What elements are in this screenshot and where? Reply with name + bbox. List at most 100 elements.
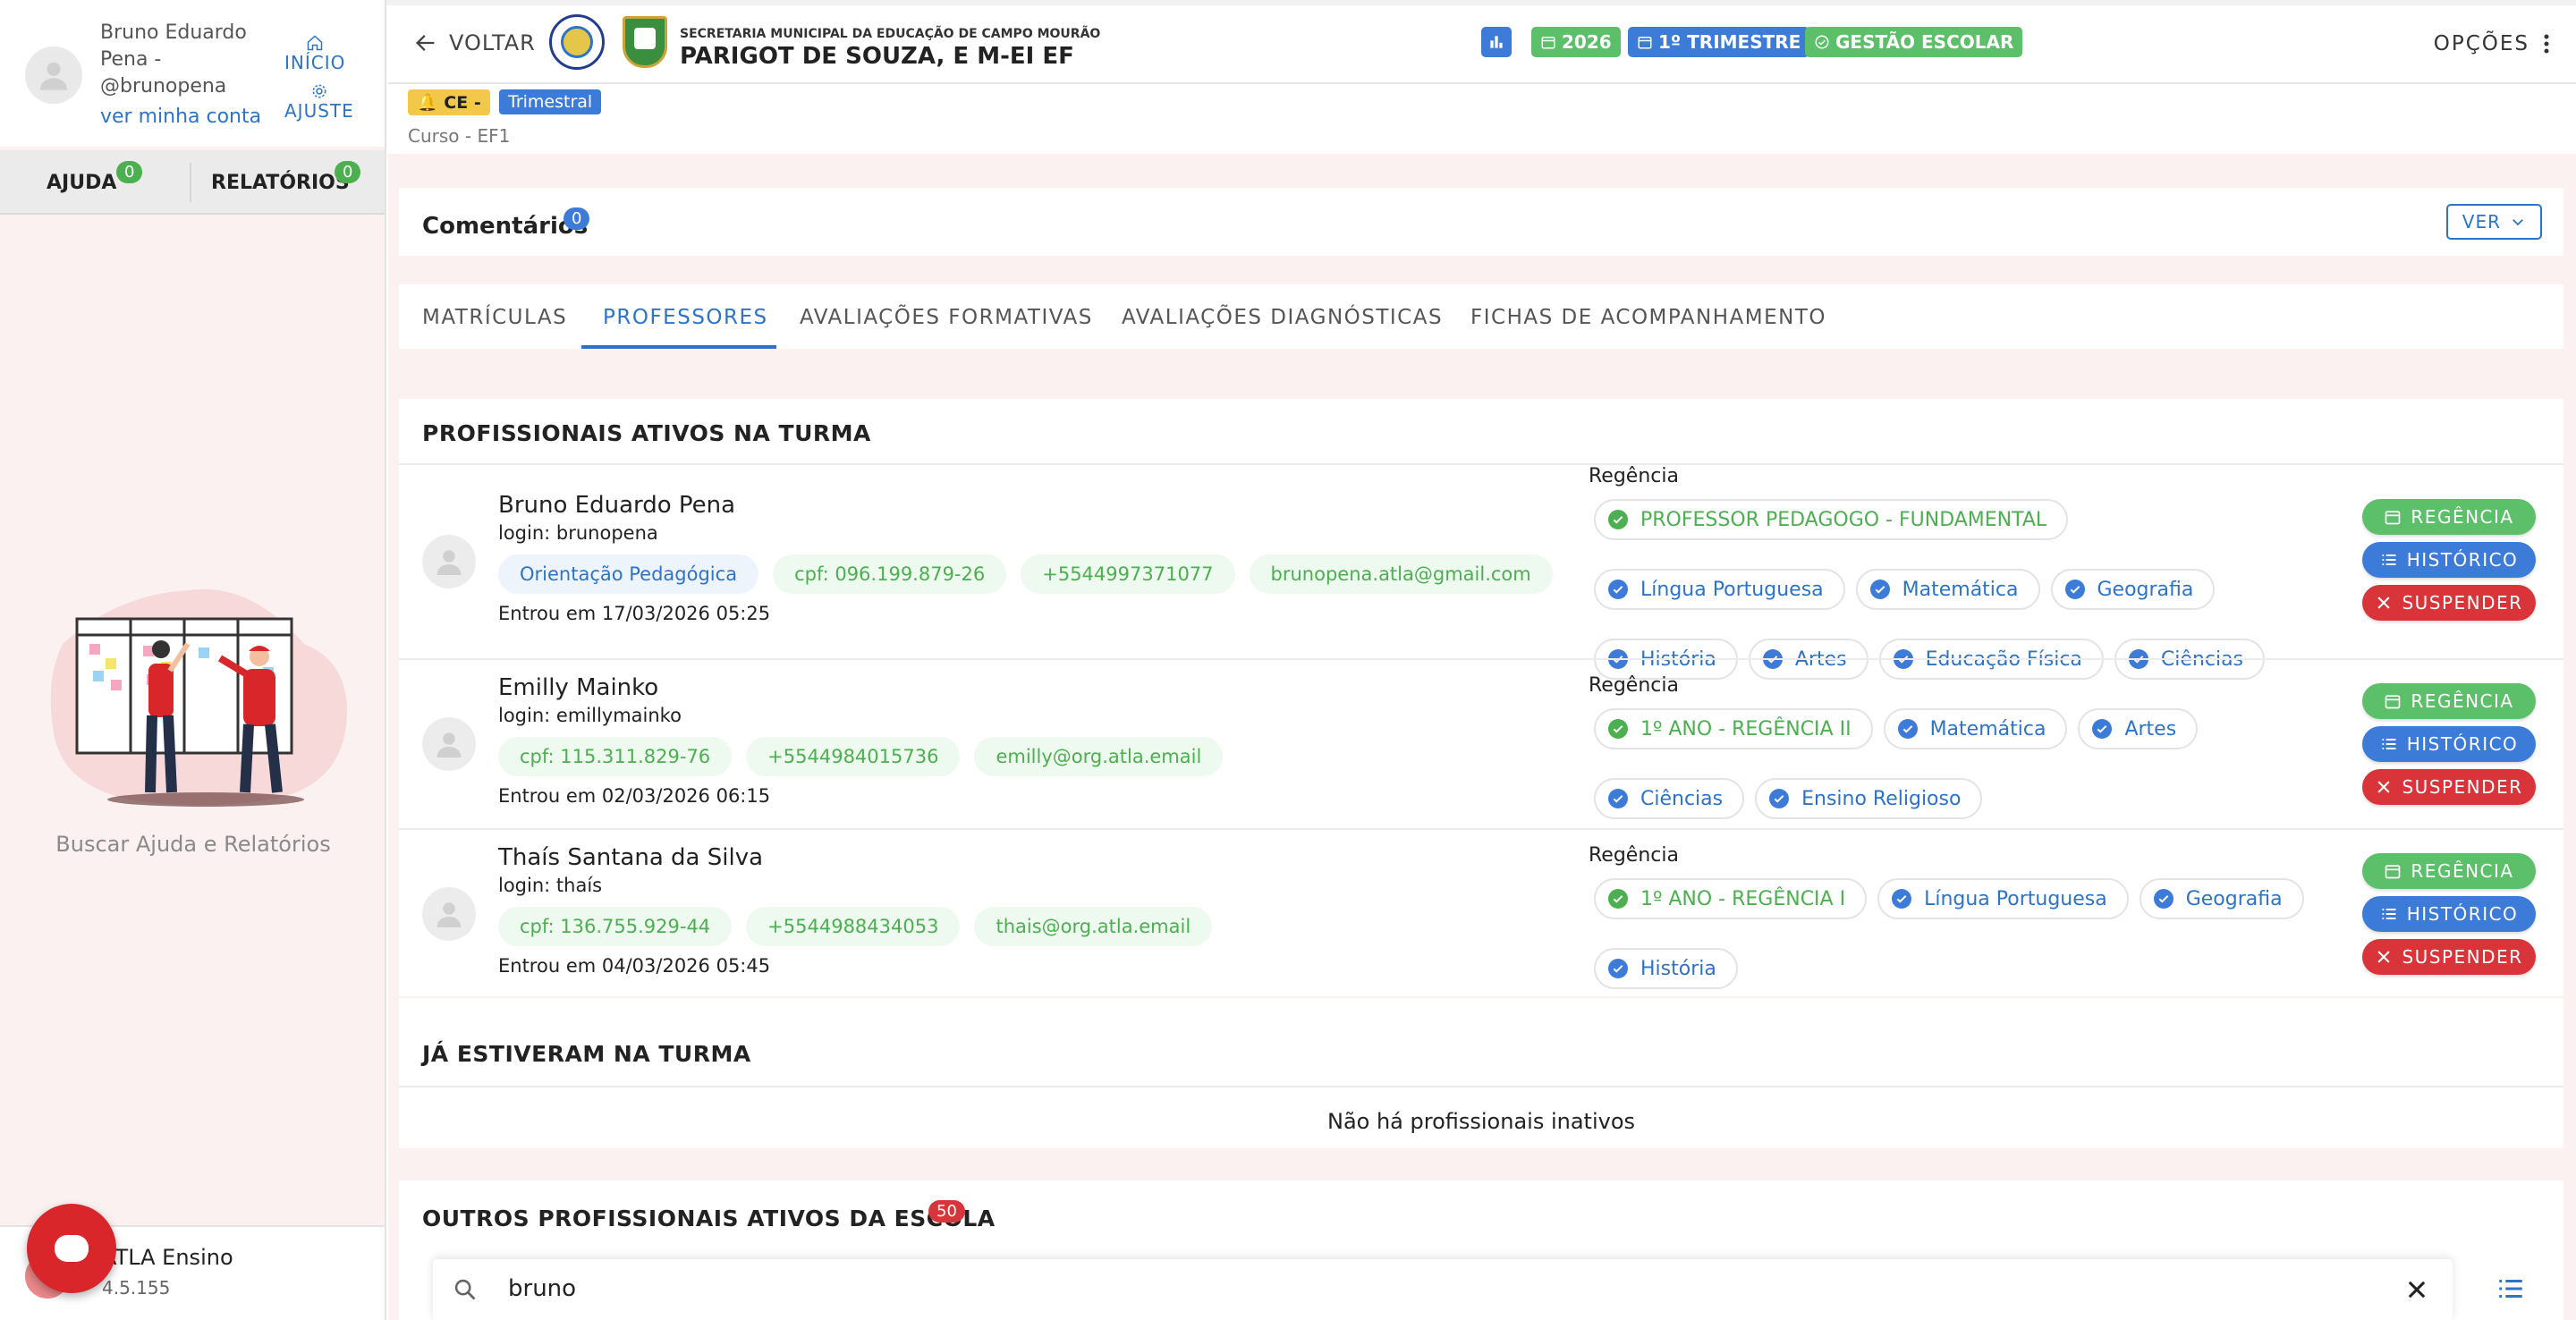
phone-pill[interactable]: +5544984015736 — [746, 737, 961, 776]
stats-button[interactable] — [1481, 27, 1512, 57]
account-link[interactable]: ver minha conta — [100, 106, 261, 128]
year-chip[interactable]: 2026 — [1531, 27, 1621, 57]
professional-name: Bruno Eduardo Pena — [498, 492, 736, 519]
historico-button[interactable]: HISTÓRICO — [2362, 896, 2536, 932]
tabs-bar: MATRÍCULAS PROFESSORES AVALIAÇÕES FORMAT… — [399, 284, 2563, 349]
nav-inicio-label: INÍCIO — [284, 52, 346, 73]
coat-of-arms-logo — [623, 16, 667, 68]
top-header: VOLTAR SECRETARIA MUNICIPAL DA EDUCAÇÃO … — [388, 5, 2576, 84]
regencia-chip-label: Matemática — [1902, 578, 2019, 601]
mode-chip-label: GESTÃO ESCOLAR — [1835, 31, 2014, 53]
secretaria-name: SECRETARIA MUNICIPAL DA EDUCAÇÃO DE CAMP… — [680, 27, 1101, 41]
regencia-chip-label: Língua Portuguesa — [1924, 887, 2107, 910]
phone-pill[interactable]: +5544988434053 — [746, 907, 961, 946]
user-icon — [436, 902, 462, 927]
email-pill[interactable]: thais@org.atla.email — [974, 907, 1213, 946]
tab-matriculas[interactable]: MATRÍCULAS — [422, 306, 567, 329]
check-circle-icon — [1897, 719, 1918, 739]
suspender-button-label: SUSPENDER — [2402, 592, 2523, 613]
professional-login: login: thaís — [498, 875, 603, 896]
email-pill[interactable]: emilly@org.atla.email — [974, 737, 1224, 776]
regencia-chip: Língua Portuguesa — [1877, 878, 2129, 919]
nav-inicio[interactable]: INÍCIO — [284, 34, 345, 73]
suspender-button[interactable]: SUSPENDER — [2362, 939, 2536, 975]
regencia-button[interactable]: REGÊNCIA — [2362, 499, 2536, 535]
chat-button[interactable] — [27, 1204, 116, 1293]
inactive-section-title: JÁ ESTIVERAM NA TURMA — [422, 1041, 751, 1067]
regencia-chip: Ciências — [1594, 778, 1745, 819]
tab-avaliacoes-diagnosticas[interactable]: AVALIAÇÕES DIAGNÓSTICAS — [1122, 306, 1443, 329]
mode-chip[interactable]: GESTÃO ESCOLAR — [1805, 27, 2023, 57]
phone-pill[interactable]: +5544997371077 — [1021, 554, 1235, 594]
options-menu[interactable]: OPÇÕES — [2434, 32, 2549, 55]
search-input[interactable]: bruno — [508, 1275, 576, 1302]
user-icon — [436, 732, 462, 757]
regencia-chips: PROFESSOR PEDAGOGO - FUNDAMENTAL Língua … — [1594, 499, 2309, 680]
calendar-icon — [2385, 695, 2401, 709]
relatorios-count-badge: 0 — [335, 161, 361, 183]
tab-relatorios-label: RELATÓRIOS — [211, 172, 350, 194]
tab-fichas-acompanhamento[interactable]: FICHAS DE ACOMPANHAMENTO — [1470, 306, 1826, 329]
period-chip[interactable]: 1º TRIMESTRE — [1628, 27, 1810, 57]
sidebar-tabs: AJUDA 0 RELATÓRIOS 0 — [0, 150, 385, 215]
regencia-chip-label: Ensino Religioso — [1801, 787, 1962, 810]
historico-button[interactable]: HISTÓRICO — [2362, 542, 2536, 578]
sidebar: Bruno Eduardo Pena - @brunopena ver minh… — [0, 0, 386, 1320]
check-circle-icon — [1608, 959, 1628, 978]
search-bar[interactable]: bruno — [433, 1259, 2453, 1320]
regencia-chip: 1º ANO - REGÊNCIA I — [1594, 878, 1868, 919]
check-circle-icon — [1608, 719, 1628, 739]
empty-state-text: Não há profissionais inativos — [1326, 1109, 1636, 1134]
active-tab-indicator — [581, 345, 776, 349]
check-circle-icon — [1815, 35, 1829, 49]
regencia-chip-label: Ciências — [1640, 787, 1724, 810]
search-icon — [454, 1279, 476, 1300]
check-circle-icon — [2064, 580, 2085, 599]
tab-professores[interactable]: PROFESSORES — [603, 306, 768, 329]
nav-ajuste[interactable]: AJUSTE — [284, 82, 354, 122]
historico-button-label: HISTÓRICO — [2406, 549, 2519, 571]
ver-label: VER — [2462, 211, 2501, 233]
suspender-button[interactable]: SUSPENDER — [2362, 769, 2536, 805]
clear-search-icon[interactable] — [2404, 1277, 2429, 1302]
professional-name: Thaís Santana da Silva — [498, 844, 764, 871]
divider — [399, 828, 2563, 830]
regencia-button-label: REGÊNCIA — [2411, 860, 2514, 882]
back-label: VOLTAR — [449, 30, 536, 55]
suspender-button[interactable]: SUSPENDER — [2362, 585, 2536, 621]
tab-avaliacoes-formativas[interactable]: AVALIAÇÕES FORMATIVAS — [800, 306, 1093, 329]
list-view-icon[interactable] — [2496, 1273, 2526, 1304]
role-pill: Orientação Pedagógica — [498, 554, 759, 594]
regencia-chip: 1º ANO - REGÊNCIA II — [1594, 708, 1873, 749]
check-circle-icon — [1608, 580, 1628, 599]
list-icon — [2382, 739, 2396, 749]
professional-login: login: emillymainko — [498, 705, 682, 726]
regencia-chip-label: Artes — [2124, 717, 2177, 740]
email-pill[interactable]: brunopena.atla@gmail.com — [1249, 554, 1553, 594]
historico-button[interactable]: HISTÓRICO — [2362, 726, 2536, 762]
regencia-chip-label: Matemática — [1929, 717, 2046, 740]
regencia-chips: 1º ANO - REGÊNCIA II Matemática Artes Ci… — [1594, 708, 2309, 819]
more-vertical-icon — [2544, 34, 2549, 54]
regencia-label: Regência — [1589, 465, 1679, 487]
arrow-left-icon — [416, 35, 435, 51]
regencia-button[interactable]: REGÊNCIA — [2362, 683, 2536, 719]
user-icon — [40, 62, 67, 90]
calendar-icon — [2385, 511, 2401, 525]
tab-ajuda[interactable]: AJUDA 0 — [47, 161, 143, 194]
regencia-button[interactable]: REGÊNCIA — [2362, 853, 2536, 889]
historico-button-label: HISTÓRICO — [2406, 733, 2519, 755]
divider — [399, 658, 2563, 660]
avatar — [422, 887, 476, 941]
chevron-down-icon — [2512, 219, 2523, 226]
tab-relatorios[interactable]: RELATÓRIOS 0 — [211, 161, 361, 194]
tab-ajuda-label: AJUDA — [47, 172, 117, 194]
ver-button[interactable]: VER — [2445, 204, 2542, 240]
historico-button-label: HISTÓRICO — [2406, 903, 2519, 925]
comments-count-badge: 0 — [564, 207, 590, 230]
check-circle-icon — [1608, 510, 1628, 529]
professional-name: Emilly Mainko — [498, 674, 659, 701]
check-circle-icon — [1869, 580, 1890, 599]
avatar[interactable] — [25, 47, 82, 104]
back-button[interactable]: VOLTAR — [413, 30, 536, 55]
